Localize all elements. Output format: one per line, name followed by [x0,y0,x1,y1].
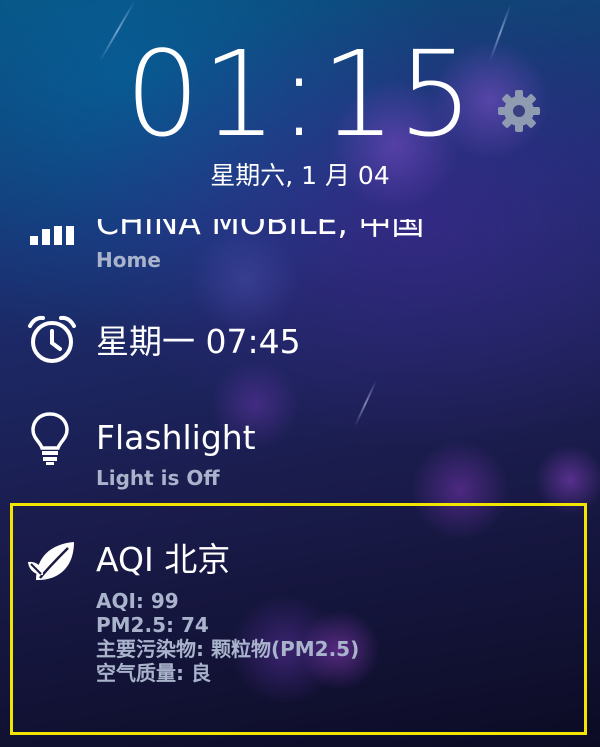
aqi-pm25-line: PM2.5: 74 [96,613,209,637]
flashlight-row[interactable]: Flashlight Light is Off [0,408,600,498]
lightbulb-icon [26,410,82,466]
lockscreen-date: 星期六, 1 月 04 [210,161,390,190]
alarm-label: 星期一 07:45 [96,322,301,361]
leaf-icon [26,534,82,590]
aqi-pollutant-line: 主要污染物: 颗粒物(PM2.5) [96,637,360,661]
aqi-value-line: AQI: 99 [96,589,179,613]
aqi-row[interactable]: AQI 北京 [0,530,600,590]
network-row[interactable]: CHINA MOBILE, 中国 Home [0,205,600,275]
flashlight-status-label: Light is Off [96,466,220,490]
flashlight-label: Flashlight [96,418,256,457]
aqi-details: AQI: 99 PM2.5: 74 主要污染物: 颗粒物(PM2.5) 空气质量… [96,589,359,685]
network-operator-label: CHINA MOBILE, 中国 [96,203,425,242]
aqi-quality-line: 空气质量: 良 [96,661,211,685]
alarm-clock-icon [26,312,82,368]
signal-bars-icon [26,209,82,265]
aqi-title: AQI 北京 [96,540,231,579]
network-status-label: Home [96,248,161,272]
gear-icon[interactable] [496,88,542,134]
alarm-row[interactable]: 星期一 07:45 [0,312,600,372]
